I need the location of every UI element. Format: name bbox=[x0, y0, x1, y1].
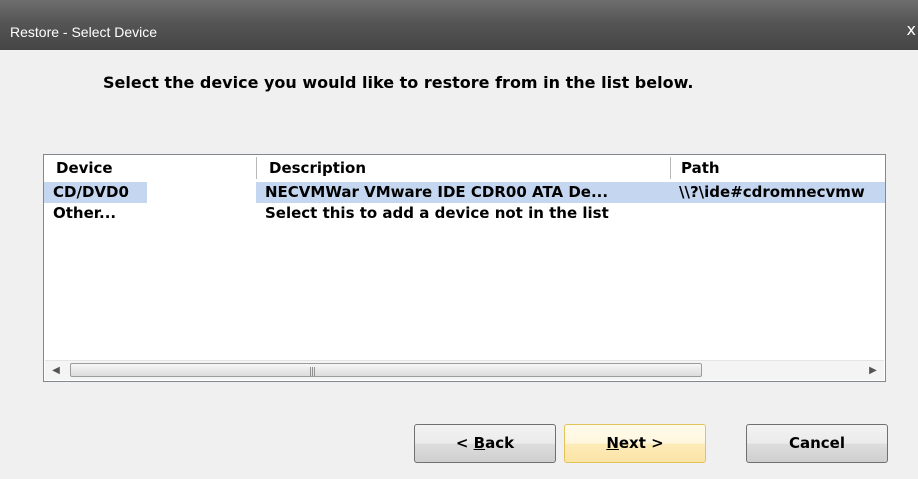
scroll-left-icon[interactable]: ◀ bbox=[47, 361, 65, 380]
column-header-description[interactable]: Description bbox=[257, 155, 670, 182]
next-button-rest: ext > bbox=[618, 434, 664, 452]
instruction-text: Select the device you would like to rest… bbox=[103, 73, 694, 92]
list-item-other[interactable]: Other... Select this to add a device not… bbox=[44, 203, 885, 224]
restore-dialog: Restore - Select Device x Select the dev… bbox=[0, 0, 918, 479]
cell-description: NECVMWar VMware IDE CDR00 ATA De... bbox=[256, 182, 670, 203]
scroll-right-icon[interactable]: ▶ bbox=[864, 361, 882, 380]
horizontal-scrollbar[interactable]: ◀ ||| ▶ bbox=[45, 360, 884, 380]
back-button[interactable]: < Back bbox=[414, 424, 556, 463]
cancel-button[interactable]: Cancel bbox=[746, 424, 888, 463]
cell-device: CD/DVD0 bbox=[44, 182, 147, 203]
cell-path: \\?\ide#cdromnecvmw bbox=[670, 182, 885, 203]
next-button-mnemonic: N bbox=[606, 434, 619, 452]
column-header-path[interactable]: Path bbox=[671, 155, 885, 182]
window-title: Restore - Select Device bbox=[10, 24, 158, 40]
title-bar[interactable]: Restore - Select Device x bbox=[0, 0, 918, 50]
list-header: Device Description Path bbox=[44, 155, 885, 182]
column-header-device[interactable]: Device bbox=[44, 155, 256, 182]
back-button-rest: ack bbox=[485, 434, 515, 452]
next-button[interactable]: Next > bbox=[564, 424, 706, 463]
cell-path bbox=[670, 203, 885, 224]
back-button-prefix: < bbox=[455, 434, 474, 452]
device-list[interactable]: Device Description Path CD/DVD0 NECVMWar… bbox=[43, 154, 886, 382]
close-icon[interactable]: x bbox=[907, 20, 916, 39]
cell-description: Select this to add a device not in the l… bbox=[265, 204, 609, 222]
cell-device: Other... bbox=[53, 204, 117, 222]
grip-icon: ||| bbox=[309, 367, 316, 377]
scroll-thumb[interactable]: ||| bbox=[70, 363, 702, 377]
list-item-cd-dvd0[interactable]: CD/DVD0 NECVMWar VMware IDE CDR00 ATA De… bbox=[44, 182, 885, 203]
back-button-mnemonic: B bbox=[473, 434, 486, 452]
